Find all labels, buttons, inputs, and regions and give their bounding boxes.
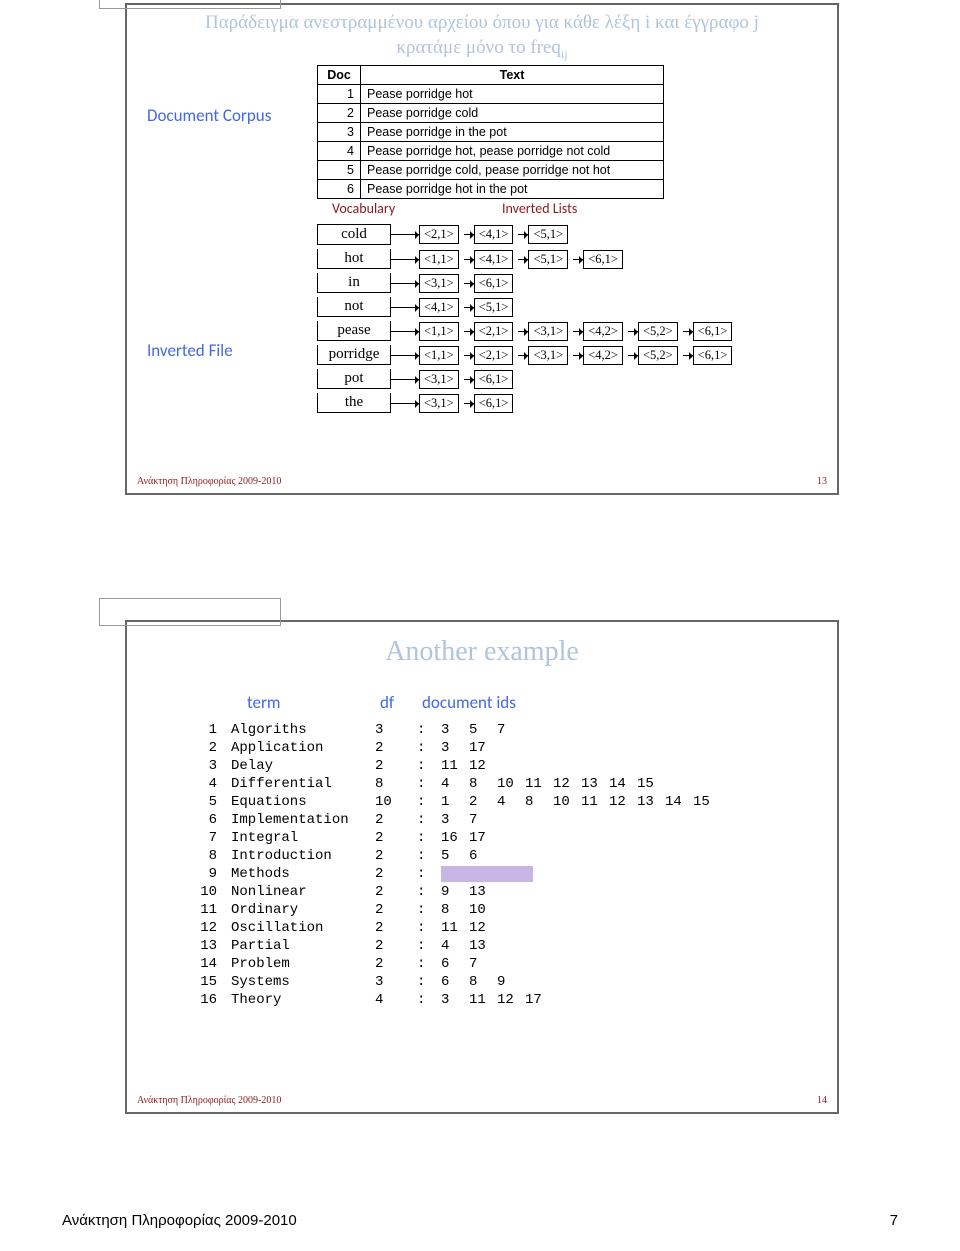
table-row: 6Implementation2:37 <box>189 812 727 828</box>
slide-inverted-file: Παράδειγμα ανεστραμμένου αρχείου όπου γι… <box>125 3 839 495</box>
inverted-row: porridge <1,1> <2,1> <3,1> <4,2> <5,2> <6,1> <box>317 345 737 365</box>
corpus-header-text: Text <box>361 66 664 85</box>
posting: <6,1> <box>474 370 514 389</box>
term-label: term <box>247 692 280 713</box>
table-row: 8Introduction2:56 <box>189 848 727 864</box>
posting: <4,1> <box>474 225 514 244</box>
table-row: 13Partial2:413 <box>189 938 727 954</box>
footer-text: Ανάκτηση Πληροφορίας 2009-2010 <box>137 1095 281 1106</box>
table-row: 16Theory4:3111217 <box>189 992 727 1008</box>
footer-page: 13 <box>817 476 827 487</box>
inverted-term: cold <box>317 224 391 245</box>
table-row: 3Pease porridge in the pot <box>318 123 664 142</box>
posting: <6,1> <box>693 346 733 365</box>
slide-another-example: Another example term df document ids 1Al… <box>125 620 839 1114</box>
table-row: 2Application2:317 <box>189 740 727 756</box>
table-row: 3Delay2:1112 <box>189 758 727 774</box>
table-row: 9Methods2: <box>189 866 727 882</box>
inverted-term: hot <box>317 249 391 269</box>
inverted-row: the <3,1> <6,1> <box>317 393 737 413</box>
posting: <6,1> <box>583 250 623 269</box>
slide2-title: Another example <box>127 636 837 668</box>
table-row: 2Pease porridge cold <box>318 104 664 123</box>
inverted-term: in <box>317 273 391 293</box>
inverted-term: not <box>317 297 391 317</box>
table-row: 7Integral2:1617 <box>189 830 727 846</box>
inverted-row: in <3,1> <6,1> <box>317 273 737 293</box>
inverted-term: the <box>317 393 391 413</box>
corpus-header-doc: Doc <box>318 66 361 85</box>
posting: <6,1> <box>474 394 514 413</box>
footer-text: Ανάκτηση Πληροφορίας 2009-2010 <box>137 476 281 487</box>
posting: <2,1> <box>474 346 514 365</box>
inverted-term: porridge <box>317 345 391 365</box>
posting: <3,1> <box>419 370 459 389</box>
inverted-row: hot <1,1> <4,1> <5,1> <6,1> <box>317 249 737 269</box>
footer-page: 14 <box>817 1095 827 1106</box>
posting: <3,1> <box>419 394 459 413</box>
title-line1: Παράδειγμα ανεστραμμένου αρχείου όπου γι… <box>205 12 759 33</box>
posting: <5,1> <box>528 225 568 244</box>
inverted-term: pot <box>317 369 391 389</box>
inverted-row: pot <3,1> <6,1> <box>317 369 737 389</box>
slide1-title: Παράδειγμα ανεστραμμένου αρχείου όπου γι… <box>147 11 817 62</box>
posting: <4,1> <box>419 298 459 317</box>
inverted-file-label: Inverted File <box>147 340 233 361</box>
df-label: df <box>380 692 394 713</box>
title-sub: ij <box>561 46 568 60</box>
posting: <6,1> <box>474 274 514 293</box>
posting: <3,1> <box>419 274 459 293</box>
posting: <5,2> <box>638 346 678 365</box>
posting: <3,1> <box>528 346 568 365</box>
table-row: 12Oscillation2:1112 <box>189 920 727 936</box>
table-row: 6Pease porridge hot in the pot <box>318 180 664 199</box>
table-row: 4Pease porridge hot, pease porridge not … <box>318 142 664 161</box>
posting: <4,2> <box>583 322 623 341</box>
table-row: 4Differential8:48101112131415 <box>189 776 727 792</box>
highlight <box>441 866 533 882</box>
posting: <4,1> <box>474 250 514 269</box>
table-row: 14Problem2:67 <box>189 956 727 972</box>
corpus-table: Doc Text 1Pease porridge hot2Pease porri… <box>317 65 664 199</box>
table-row: 15Systems3:689 <box>189 974 727 990</box>
inverted-row: cold <2,1> <4,1> <5,1> <box>317 224 737 245</box>
posting: <1,1> <box>419 346 459 365</box>
posting: <4,2> <box>583 346 623 365</box>
page-footer-num: 7 <box>890 1212 898 1229</box>
page-footer: Ανάκτηση Πληροφορίας 2009-2010 <box>62 1212 297 1229</box>
posting: <3,1> <box>528 322 568 341</box>
table-row: 5Equations10:1248101112131415 <box>189 794 727 810</box>
inverted-row: pease <1,1> <2,1> <3,1> <4,2> <5,2> <6,1> <box>317 321 737 341</box>
posting: <2,1> <box>474 322 514 341</box>
posting: <5,1> <box>474 298 514 317</box>
slide-footer: Ανάκτηση Πληροφορίας 2009-2010 14 <box>137 1095 827 1106</box>
table-row: 10Nonlinear2:913 <box>189 884 727 900</box>
posting: <5,2> <box>638 322 678 341</box>
table-row: 1Pease porridge hot <box>318 85 664 104</box>
inverted-term: pease <box>317 321 391 341</box>
term-table: 1Algoriths3:357 2Application2:317 3Delay2:… <box>187 720 729 1010</box>
inverted-row: not <4,1> <5,1> <box>317 297 737 317</box>
posting: <1,1> <box>419 322 459 341</box>
docids-label: document ids <box>422 692 516 713</box>
title-line2: κρατάμε μόνο το freq <box>396 37 561 58</box>
inverted-lists-label: Inverted Lists <box>502 200 577 217</box>
posting: <5,1> <box>528 250 568 269</box>
slide-footer: Ανάκτηση Πληροφορίας 2009-2010 13 <box>137 476 827 487</box>
document-corpus-label: Document Corpus <box>147 105 271 126</box>
vocabulary-label: Vocabulary <box>332 200 395 217</box>
posting: <6,1> <box>693 322 733 341</box>
posting: <2,1> <box>419 225 459 244</box>
table-row: 1Algoriths3:357 <box>189 722 727 738</box>
posting: <1,1> <box>419 250 459 269</box>
table-row: 5Pease porridge cold, pease porridge not… <box>318 161 664 180</box>
table-row: 11Ordinary2:810 <box>189 902 727 918</box>
